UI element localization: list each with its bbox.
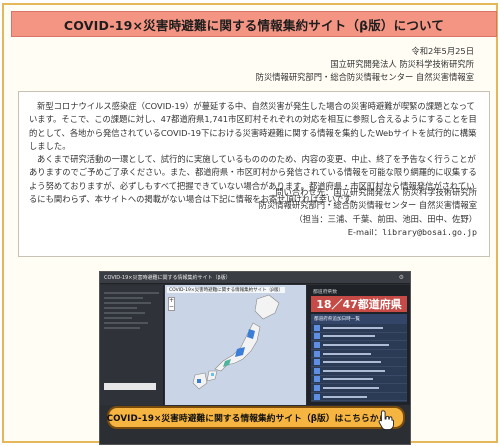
side-line: [104, 312, 146, 314]
list-item: [311, 376, 407, 385]
prefecture-list: 都道府県追加日時一覧: [311, 314, 407, 402]
side-line: [104, 302, 151, 304]
list-caption: 都道府県追加日時一覧: [311, 314, 407, 324]
side-line: [104, 327, 140, 329]
list-item: [311, 350, 407, 359]
list-item: [311, 393, 407, 402]
prefecture-counter: 18／47都道府県: [311, 296, 407, 312]
list-item: [311, 341, 407, 350]
org-line-1: 国立研究開発法人 防災科学技術研究所: [330, 58, 474, 69]
banner-header: COVID-19×災害時避難に関する情報集約サイト（β版） ⚙: [100, 272, 410, 284]
list-item: [311, 333, 407, 342]
contact-line-3: （担当：三浦、千葉、前田、池田、田中、佐野）: [294, 213, 477, 224]
side-line: [104, 292, 159, 294]
notice-paragraph-1: 新型コロナウイルス感染症（COVID-19）が蔓延する中、自然災害が発生した場合…: [29, 101, 477, 151]
email-link[interactable]: library@bosai.go.jp: [382, 227, 477, 237]
side-line: [104, 322, 148, 324]
list-item: [311, 358, 407, 367]
email-label: E-mail：: [347, 226, 383, 237]
site-link-label: COVID-19×災害時避難に関する情報集約サイト（β版）はこちらから: [106, 414, 388, 424]
banner-side-panel: [100, 285, 164, 405]
contact-line-1: 問い合わせ先：国立研究開発法人 防災科学技術研究所: [275, 187, 477, 197]
side-line: [104, 307, 137, 309]
counter-value: 18／47都道府県: [316, 298, 402, 311]
publish-date: 令和2年5月25日: [411, 46, 474, 56]
contact-info: 問い合わせ先：国立研究開発法人 防災科学技術研究所 防災情報研究部門・総合防災情…: [259, 186, 477, 239]
site-banner[interactable]: COVID-19×災害時避難に関する情報集約サイト（β版） ⚙ COVID-19…: [99, 271, 411, 445]
list-item: [311, 384, 407, 393]
org-line-2: 防災情報研究部門・総合防災情報センター 自然災害情報室: [255, 71, 474, 82]
contact-email-row: E-mail：library@bosai.go.jp: [259, 226, 477, 239]
publisher-info: 令和2年5月25日 国立研究開発法人 防災科学技術研究所 防災情報研究部門・総合…: [256, 45, 474, 83]
counter-caption: 都道府県数: [313, 290, 337, 295]
contact-line-2: 防災情報研究部門・総合防災情報センター 自然災害情報室: [258, 200, 477, 211]
notice-box: 新型コロナウイルス感染症（COVID-19）が蔓延する中、自然災害が発生した場合…: [18, 91, 490, 257]
page-title: COVID-19×災害時避難に関する情報集約サイト（β版）について: [63, 17, 445, 33]
side-line: [104, 317, 132, 319]
site-link-button[interactable]: COVID-19×災害時避難に関する情報集約サイト（β版）はこちらから: [106, 406, 405, 431]
list-item: [311, 367, 407, 376]
pointing-hand-icon: [378, 410, 394, 431]
list-item: [311, 324, 407, 333]
side-line: [104, 297, 143, 299]
banner-header-text: COVID-19×災害時避難に関する情報集約サイト（β版）: [104, 275, 231, 281]
title-bar: COVID-19×災害時避難に関する情報集約サイト（β版）について: [11, 11, 497, 37]
page-frame: COVID-19×災害時避難に関する情報集約サイト（β版）について 令和2年5月…: [2, 3, 498, 445]
banner-right-panel: 都道府県数 18／47都道府県 都道府県追加日時一覧: [307, 285, 410, 405]
japan-map-icon: [192, 294, 280, 390]
side-search-pill: [104, 383, 156, 390]
japan-map-preview: COVID-19×災害時避難に関する情報集約サイト（β版） + −: [165, 285, 306, 405]
gear-icon: ⚙: [398, 274, 404, 281]
